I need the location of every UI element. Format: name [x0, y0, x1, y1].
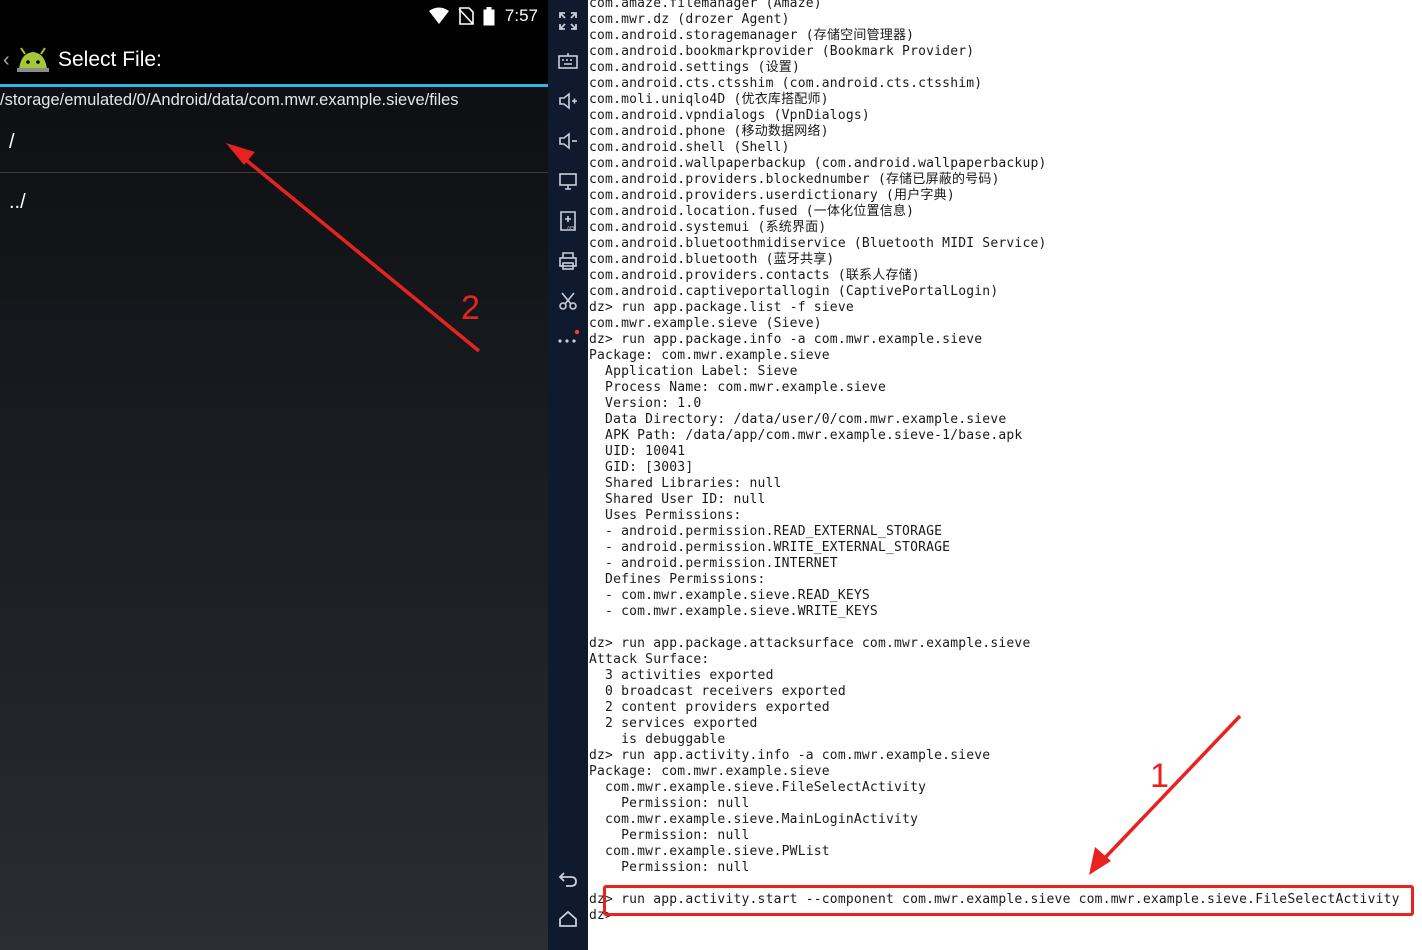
file-entry-label: / — [9, 131, 15, 153]
battery-icon — [483, 7, 495, 26]
console-line: Uses Permissions: — [589, 508, 742, 523]
android-screen: 7:57 ‹ Select File: /storage/emulated/0/… — [0, 0, 548, 950]
console-line: dz> run app.activity.start --component c… — [589, 892, 1400, 907]
console-line: com.android.cts.ctsshim (com.android.cts… — [589, 76, 983, 91]
console-line: 0 broadcast receivers exported — [589, 684, 846, 699]
console-line: APK Path: /data/app/com.mwr.example.siev… — [589, 428, 1023, 443]
console-line: com.android.bluetooth (蓝牙共享) — [589, 252, 835, 267]
status-bar: 7:57 — [0, 0, 548, 32]
console-line: com.mwr.example.sieve (Sieve) — [589, 316, 822, 331]
keyboard-icon[interactable] — [557, 50, 579, 72]
console-line: Data Directory: /data/user/0/com.mwr.exa… — [589, 412, 1007, 427]
console-line: Package: com.mwr.example.sieve — [589, 764, 830, 779]
console-line: com.android.vpndialogs (VpnDialogs) — [589, 108, 870, 123]
console-line: - com.mwr.example.sieve.READ_KEYS — [589, 588, 870, 603]
console-line: com.mwr.example.sieve.MainLoginActivity — [589, 812, 919, 827]
console-line: com.amaze.filemanager (Amaze) — [589, 0, 822, 11]
console-line: Process Name: com.mwr.example.sieve — [589, 380, 886, 395]
console-line: is debuggable — [589, 732, 726, 747]
console-line: - android.permission.READ_EXTERNAL_STORA… — [589, 524, 943, 539]
console-line: 3 activities exported — [589, 668, 774, 683]
status-time: 7:57 — [504, 6, 538, 25]
console-line: GID: [3003] — [589, 460, 694, 475]
console-line: com.android.location.fused (一体化位置信息) — [589, 204, 915, 219]
back-icon[interactable] — [557, 868, 579, 890]
console-line: Defines Permissions: — [589, 572, 766, 587]
page-title: Select File: — [58, 48, 162, 71]
console-line: com.mwr.example.sieve.FileSelectActivity — [589, 780, 927, 795]
console-line: - android.permission.WRITE_EXTERNAL_STOR… — [589, 540, 951, 555]
volume-down-icon[interactable] — [557, 130, 579, 152]
console-line: - com.mwr.example.sieve.WRITE_KEYS — [589, 604, 878, 619]
print-icon[interactable] — [557, 250, 579, 272]
console-line: dz> run app.package.info -a com.mwr.exam… — [589, 332, 983, 347]
up-caret-icon[interactable]: ‹ — [3, 49, 10, 72]
file-entry-root[interactable]: / — [0, 115, 548, 173]
more-icon[interactable] — [557, 328, 579, 350]
console-line: Shared Libraries: null — [589, 476, 782, 491]
console-line: com.android.bluetoothmidiservice (Blueto… — [589, 236, 1047, 251]
drozer-console[interactable]: com.amaze.filemanager (Amaze) com.mwr.dz … — [588, 0, 1422, 950]
volume-up-icon[interactable] — [557, 90, 579, 112]
console-line: com.android.providers.blockednumber (存储已… — [589, 172, 1000, 187]
home-icon[interactable] — [557, 908, 579, 930]
console-line: Permission: null — [589, 860, 750, 875]
scissors-icon[interactable] — [557, 290, 579, 312]
console-line: 2 services exported — [589, 716, 758, 731]
console-line: Version: 1.0 — [589, 396, 702, 411]
no-sim-icon — [458, 7, 474, 25]
android-logo-icon[interactable] — [16, 45, 50, 73]
wifi-icon — [429, 7, 449, 24]
console-line: dz> run app.package.attacksurface com.mw… — [589, 636, 1031, 651]
console-line: com.android.providers.userdictionary (用户… — [589, 188, 955, 203]
console-line: com.android.shell (Shell) — [589, 140, 790, 155]
console-line: com.mwr.dz (drozer Agent) — [589, 12, 790, 27]
console-line: com.mwr.example.sieve.PWList — [589, 844, 830, 859]
console-line: dz> run app.package.list -f sieve — [589, 300, 854, 315]
console-line: Application Label: Sieve — [589, 364, 798, 379]
fullscreen-icon[interactable] — [557, 10, 579, 32]
console-line: - android.permission.INTERNET — [589, 556, 838, 571]
console-line: com.android.providers.contacts (联系人存储) — [589, 268, 920, 283]
emulator-toolbar: APK — [548, 0, 588, 950]
console-line: com.android.storagemanager (存储空间管理器) — [589, 28, 915, 43]
console-line: com.android.wallpaperbackup (com.android… — [589, 156, 1047, 171]
console-line: com.android.bookmarkprovider (Bookmark P… — [589, 44, 975, 59]
console-line: com.moli.uniqlo4D (优衣库搭配师) — [589, 92, 829, 107]
current-path: /storage/emulated/0/Android/data/com.mwr… — [0, 91, 459, 109]
console-line: Attack Surface: — [589, 652, 710, 667]
console-line: dz> — [589, 908, 614, 923]
screen-icon[interactable] — [557, 170, 579, 192]
console-line: dz> run app.activity.info -a com.mwr.exa… — [589, 748, 991, 763]
console-line: Package: com.mwr.example.sieve — [589, 348, 830, 363]
console-line: Permission: null — [589, 828, 750, 843]
file-entry-parent[interactable]: ../ — [0, 174, 548, 232]
console-line: Shared User ID: null — [589, 492, 766, 507]
console-line: com.android.systemui (系统界面) — [589, 220, 827, 235]
action-bar: ‹ Select File: — [0, 32, 548, 87]
console-line: com.android.captiveportallogin (CaptiveP… — [589, 284, 999, 299]
console-line: Permission: null — [589, 796, 750, 811]
console-line: com.android.phone (移动数据网络) — [589, 124, 829, 139]
svg-text:APK: APK — [567, 225, 576, 230]
install-apk-icon[interactable]: APK — [557, 210, 579, 232]
console-line: com.android.settings (设置) — [589, 60, 801, 75]
file-entry-label: ../ — [9, 191, 26, 213]
console-line: 2 content providers exported — [589, 700, 830, 715]
console-line: UID: 10041 — [589, 444, 686, 459]
